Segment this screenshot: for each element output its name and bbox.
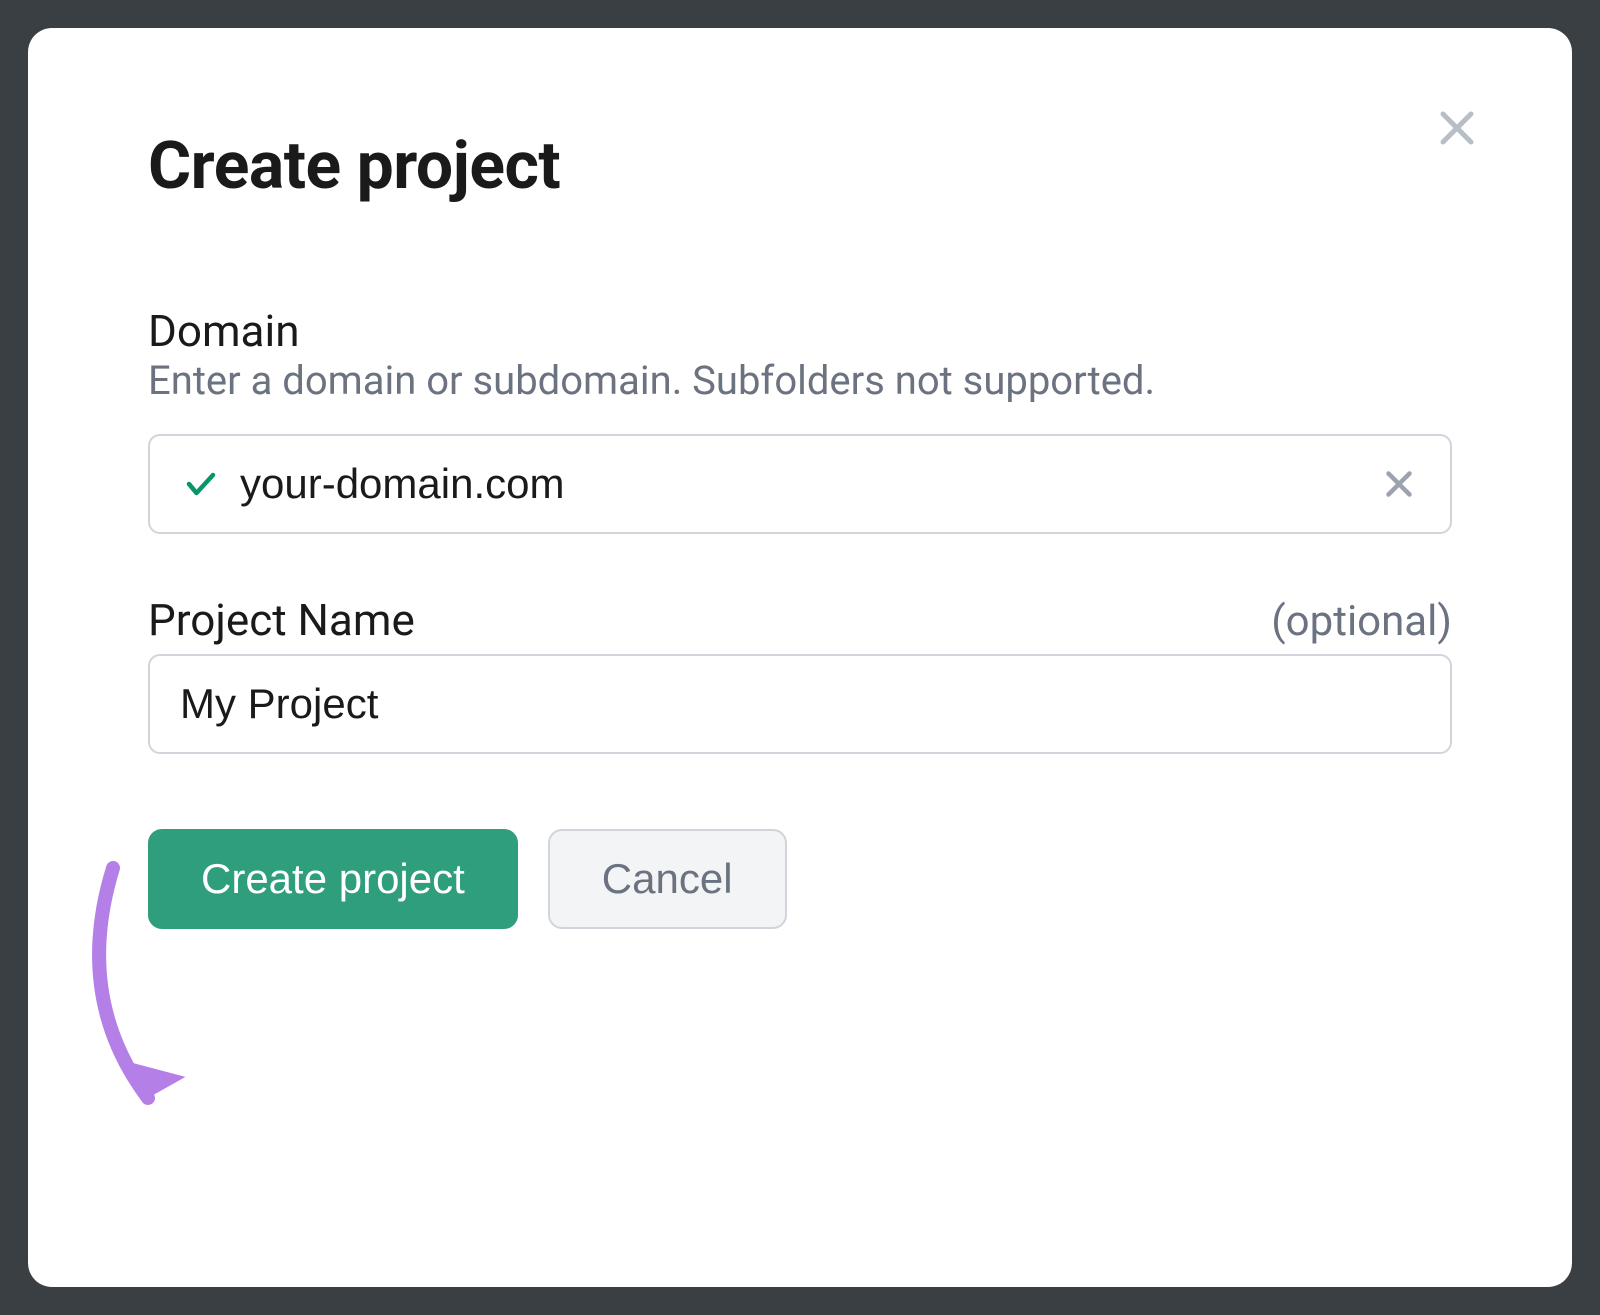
button-row: Create project Cancel <box>148 829 1452 929</box>
domain-input[interactable] <box>148 434 1452 534</box>
domain-label: Domain <box>148 305 1452 357</box>
create-project-modal: Create project Domain Enter a domain or … <box>28 28 1572 1287</box>
clear-input-icon[interactable] <box>1381 466 1417 502</box>
domain-input-wrapper <box>148 434 1452 534</box>
domain-hint: Enter a domain or subdomain. Subfolders … <box>148 357 1452 404</box>
project-name-input[interactable] <box>148 654 1452 754</box>
optional-text: (optional) <box>1271 597 1452 646</box>
check-icon <box>183 466 219 502</box>
modal-title: Create project <box>148 128 1452 205</box>
project-name-field-group: Project Name (optional) <box>148 594 1452 754</box>
project-name-input-wrapper <box>148 654 1452 754</box>
cancel-button[interactable]: Cancel <box>548 829 787 929</box>
close-button[interactable] <box>1427 98 1487 158</box>
create-project-button[interactable]: Create project <box>148 829 518 929</box>
close-icon <box>1433 104 1481 152</box>
project-name-label-row: Project Name (optional) <box>148 594 1452 646</box>
project-name-label: Project Name <box>148 594 415 646</box>
domain-field-group: Domain Enter a domain or subdomain. Subf… <box>148 305 1452 534</box>
